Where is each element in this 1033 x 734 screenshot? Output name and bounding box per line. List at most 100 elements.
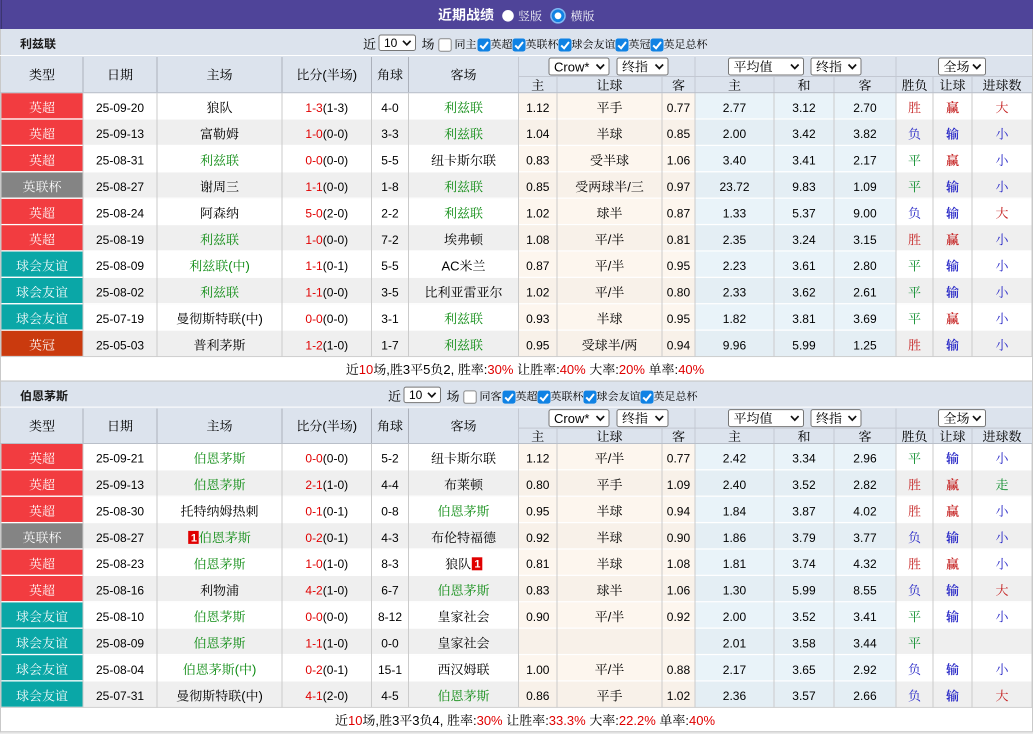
- svg-text:8-12: 8-12: [378, 610, 402, 624]
- svg-text:(0-0): (0-0): [323, 610, 348, 624]
- svg-text:0-8: 0-8: [381, 504, 399, 518]
- svg-text:2.23: 2.23: [723, 259, 747, 273]
- svg-text:3-3: 3-3: [381, 127, 399, 141]
- svg-text:1-1: 1-1: [305, 259, 323, 273]
- svg-text:Crow*: Crow*: [554, 59, 589, 74]
- svg-text:0.86: 0.86: [526, 689, 550, 703]
- svg-text:4-2: 4-2: [305, 584, 323, 598]
- svg-text:(1-0): (1-0): [323, 557, 348, 571]
- svg-text:10: 10: [384, 36, 398, 50]
- svg-text:3: 3: [392, 713, 399, 728]
- svg-text:2.00: 2.00: [723, 127, 747, 141]
- svg-text:4-1: 4-1: [305, 689, 323, 703]
- svg-text:25-08-27: 25-08-27: [96, 531, 144, 545]
- svg-text:0.92: 0.92: [667, 610, 691, 624]
- svg-text:25-08-27: 25-08-27: [96, 180, 144, 194]
- svg-text:25-07-31: 25-07-31: [96, 689, 144, 703]
- svg-text:0.77: 0.77: [667, 452, 691, 466]
- svg-text:4-5: 4-5: [381, 689, 399, 703]
- svg-text:(: (: [322, 419, 327, 434]
- svg-text:0.90: 0.90: [667, 531, 691, 545]
- svg-text:25-08-04: 25-08-04: [96, 663, 144, 677]
- svg-text:/: /: [608, 451, 612, 466]
- svg-text:8-3: 8-3: [381, 557, 399, 571]
- svg-text:0.94: 0.94: [667, 504, 691, 518]
- svg-text:3.69: 3.69: [853, 312, 877, 326]
- svg-text:): ): [259, 689, 263, 704]
- svg-text:(2-0): (2-0): [323, 689, 348, 703]
- svg-text:1.08: 1.08: [526, 233, 550, 247]
- svg-text:1.09: 1.09: [667, 478, 691, 492]
- svg-text:Crow*: Crow*: [554, 411, 589, 426]
- svg-text:33.3%: 33.3%: [549, 713, 586, 728]
- svg-text:1-1: 1-1: [305, 286, 323, 300]
- svg-text:2.82: 2.82: [853, 478, 877, 492]
- svg-text:/: /: [608, 285, 612, 300]
- svg-text:1.02: 1.02: [526, 206, 550, 220]
- svg-text:4-4: 4-4: [381, 478, 399, 492]
- svg-text:3.12: 3.12: [792, 101, 816, 115]
- svg-text:,: ,: [375, 713, 379, 728]
- svg-text:2.42: 2.42: [723, 452, 747, 466]
- svg-text:(0-0): (0-0): [323, 180, 348, 194]
- svg-text:(1-0): (1-0): [323, 478, 348, 492]
- svg-text:40%: 40%: [560, 362, 586, 377]
- svg-text:22.2%: 22.2%: [619, 713, 656, 728]
- svg-text:(: (: [322, 67, 327, 82]
- svg-text:4-3: 4-3: [381, 531, 399, 545]
- svg-text:(0-1): (0-1): [323, 663, 348, 677]
- svg-text:7-2: 7-2: [381, 233, 399, 247]
- svg-text:3.79: 3.79: [792, 531, 816, 545]
- svg-text:25-08-31: 25-08-31: [96, 154, 144, 168]
- svg-text:3.24: 3.24: [792, 233, 816, 247]
- svg-text:2-2: 2-2: [381, 206, 399, 220]
- svg-text:1.04: 1.04: [526, 127, 550, 141]
- svg-text:0.93: 0.93: [526, 312, 550, 326]
- svg-text:2.17: 2.17: [723, 663, 747, 677]
- svg-text:3-5: 3-5: [381, 286, 399, 300]
- svg-text:/: /: [608, 609, 612, 624]
- svg-text:): ): [353, 419, 357, 434]
- svg-text:25-08-19: 25-08-19: [96, 233, 144, 247]
- svg-text:5-5: 5-5: [381, 154, 399, 168]
- svg-text:2.40: 2.40: [723, 478, 747, 492]
- svg-text:3.42: 3.42: [792, 127, 816, 141]
- svg-text:(: (: [228, 259, 233, 274]
- svg-text:5.99: 5.99: [792, 338, 816, 352]
- svg-text:(0-1): (0-1): [323, 531, 348, 545]
- svg-text:25-09-13: 25-09-13: [96, 127, 144, 141]
- svg-text:3.52: 3.52: [792, 478, 816, 492]
- svg-text:1.33: 1.33: [723, 206, 747, 220]
- svg-text:3.87: 3.87: [792, 504, 816, 518]
- svg-text:2.35: 2.35: [723, 233, 747, 247]
- svg-text:1-0: 1-0: [305, 557, 323, 571]
- svg-text:1.86: 1.86: [723, 531, 747, 545]
- svg-text:2,: 2,: [443, 362, 454, 377]
- svg-text:2.17: 2.17: [853, 154, 877, 168]
- svg-text:3.62: 3.62: [792, 286, 816, 300]
- svg-text:25-09-21: 25-09-21: [96, 452, 144, 466]
- svg-text:20%: 20%: [619, 362, 645, 377]
- svg-text:1-1: 1-1: [305, 636, 323, 650]
- svg-text:1.82: 1.82: [723, 312, 747, 326]
- svg-text:(0-0): (0-0): [323, 233, 348, 247]
- svg-text:5-2: 5-2: [381, 452, 399, 466]
- svg-text:1.81: 1.81: [723, 557, 747, 571]
- svg-text:0.90: 0.90: [526, 610, 550, 624]
- svg-text:/: /: [608, 232, 612, 247]
- svg-text:0-2: 0-2: [305, 663, 323, 677]
- svg-text:/: /: [608, 662, 612, 677]
- svg-text:0.95: 0.95: [526, 504, 550, 518]
- svg-text:0-0: 0-0: [305, 452, 323, 466]
- svg-text:0.87: 0.87: [526, 259, 550, 273]
- svg-text:(1-0): (1-0): [323, 636, 348, 650]
- svg-text:30%: 30%: [487, 362, 513, 377]
- svg-text:0.95: 0.95: [667, 312, 691, 326]
- svg-text:2-1: 2-1: [305, 478, 323, 492]
- svg-text:(0-0): (0-0): [323, 312, 348, 326]
- svg-text:0.95: 0.95: [526, 338, 550, 352]
- svg-text:0.85: 0.85: [667, 127, 691, 141]
- svg-text:5: 5: [423, 362, 430, 377]
- svg-text:1-0: 1-0: [305, 233, 323, 247]
- svg-text:1: 1: [474, 559, 480, 571]
